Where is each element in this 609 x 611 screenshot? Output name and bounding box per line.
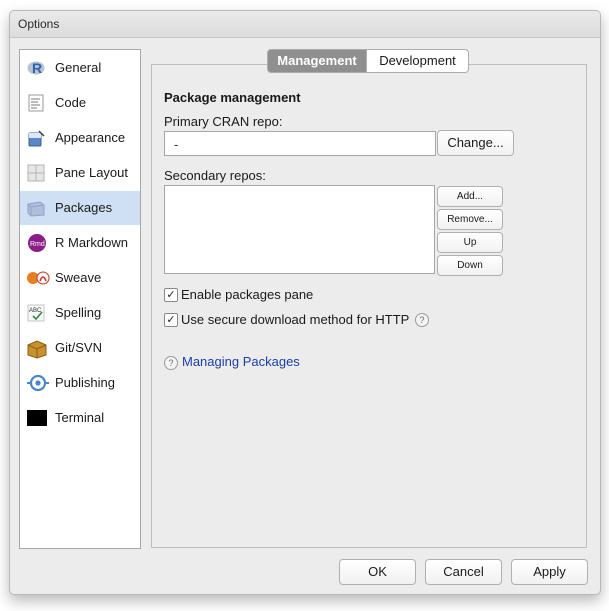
- sidebar-item-label: R Markdown: [55, 235, 128, 250]
- publishing-icon: [27, 374, 49, 392]
- sidebar-item-general[interactable]: R General: [20, 51, 140, 85]
- svg-text:R: R: [32, 60, 42, 76]
- title-bar[interactable]: Options: [10, 11, 600, 38]
- ok-button[interactable]: OK: [339, 559, 416, 585]
- paint-bucket-icon: [27, 129, 45, 147]
- help-icon: ?: [164, 356, 178, 370]
- sidebar-item-git-svn[interactable]: Git/SVN: [20, 331, 140, 365]
- r-logo-icon: R: [27, 59, 45, 77]
- pane-layout-icon: [27, 164, 45, 182]
- sidebar-item-label: Sweave: [55, 270, 102, 285]
- enable-packages-pane-label: Enable packages pane: [181, 287, 314, 302]
- sweave-icon: [27, 269, 50, 287]
- box-icon: [27, 339, 47, 359]
- sidebar-item-label: Code: [55, 95, 87, 110]
- section-title: Package management: [164, 90, 301, 105]
- sidebar-item-publishing[interactable]: Publishing: [20, 366, 140, 400]
- primary-repo-value: -: [174, 137, 179, 152]
- primary-repo-label: Primary CRAN repo:: [164, 114, 283, 129]
- sidebar-item-appearance[interactable]: Appearance: [20, 121, 140, 155]
- rmd-glyph: Rmd: [30, 241, 45, 248]
- change-repo-button[interactable]: Change...: [437, 130, 514, 156]
- apply-button[interactable]: Apply: [511, 559, 588, 585]
- sidebar-item-pane-layout[interactable]: Pane Layout: [20, 156, 140, 190]
- sidebar-item-label: Appearance: [55, 130, 126, 145]
- move-down-button[interactable]: Down: [437, 255, 503, 276]
- sidebar-item-label: Spelling: [55, 305, 102, 320]
- managing-packages-link[interactable]: Managing Packages: [182, 354, 300, 369]
- sidebar-item-packages[interactable]: Packages: [20, 191, 140, 225]
- sidebar-item-terminal[interactable]: Terminal: [20, 401, 140, 435]
- enable-packages-pane-checkbox[interactable]: ✓: [164, 288, 178, 302]
- move-up-button[interactable]: Up: [437, 232, 503, 253]
- secure-download-checkbox[interactable]: ✓: [164, 313, 178, 327]
- sidebar-item-label: Git/SVN: [55, 340, 102, 355]
- package-icon: [27, 199, 45, 217]
- rmarkdown-icon: Rmd: [27, 234, 46, 252]
- sidebar-item-label: Terminal: [55, 410, 105, 425]
- sidebar-item-label: Pane Layout: [55, 165, 129, 180]
- window-title: Options: [18, 17, 60, 31]
- tab-development[interactable]: Development: [366, 49, 469, 73]
- sidebar-item-label: Publishing: [55, 375, 115, 390]
- spelling-check-icon: ABC: [27, 304, 45, 322]
- secondary-repos-label: Secondary repos:: [164, 168, 266, 183]
- cancel-button[interactable]: Cancel: [425, 559, 502, 585]
- options-sidebar: R General Code Appearance Pane Layout Pa…: [19, 49, 141, 549]
- terminal-icon: [27, 409, 47, 427]
- sidebar-item-r-markdown[interactable]: Rmd R Markdown: [20, 226, 140, 260]
- secure-download-label: Use secure download method for HTTP: [181, 312, 410, 327]
- primary-repo-field[interactable]: -: [164, 131, 436, 156]
- sidebar-item-sweave[interactable]: Sweave: [20, 261, 140, 295]
- sidebar-item-code[interactable]: Code: [20, 86, 140, 120]
- code-document-icon: [27, 94, 45, 112]
- remove-repo-button[interactable]: Remove...: [437, 209, 503, 230]
- tab-management[interactable]: Management: [267, 49, 367, 73]
- add-repo-button[interactable]: Add...: [437, 186, 503, 207]
- sidebar-item-label: General: [55, 60, 102, 75]
- help-icon[interactable]: ?: [415, 313, 429, 327]
- sidebar-item-label: Packages: [55, 200, 113, 215]
- options-dialog: Options R General Code Appearance Pane L: [9, 10, 601, 595]
- secondary-repos-list[interactable]: [164, 185, 435, 274]
- sidebar-item-spelling[interactable]: ABC Spelling: [20, 296, 140, 330]
